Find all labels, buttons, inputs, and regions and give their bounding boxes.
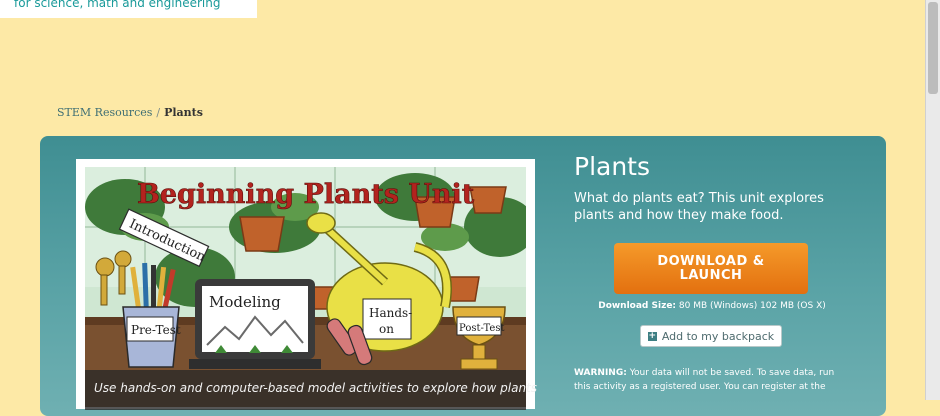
breadcrumb-current: Plants (164, 106, 203, 119)
download-size-info: Download Size: 80 MB (Windows) 102 MB (O… (574, 301, 850, 311)
download-size-label: Download Size: (598, 301, 677, 311)
image-caption: Use hands-on and computer-based model ac… (94, 381, 538, 395)
download-label-line1: DOWNLOAD & (657, 253, 765, 269)
tag-handson-line1: Hands- (369, 306, 412, 320)
tag-handson-line2: on (379, 322, 394, 336)
tag-pretest: Pre-Test (131, 323, 181, 337)
breadcrumb-link-stem-resources[interactable]: STEM Resources (57, 106, 152, 119)
download-size-value: 80 MB (Windows) 102 MB (OS X) (678, 301, 826, 311)
warning-label: WARNING: (574, 368, 627, 378)
breadcrumb: STEM Resources / Plants (57, 106, 203, 119)
tag-modeling: Modeling (209, 293, 281, 311)
vertical-scrollbar[interactable] (925, 0, 940, 400)
plus-icon: + (647, 330, 657, 341)
download-launch-button[interactable]: DOWNLOAD & LAUNCH (614, 243, 808, 294)
breadcrumb-separator: / (156, 106, 161, 119)
activity-title: Plants (574, 152, 651, 181)
tag-posttest: Post-Test (459, 323, 504, 334)
backpack-label: Add to my backpack (661, 329, 775, 343)
warning-notice: WARNING: Your data will not be saved. To… (574, 366, 844, 394)
scrollbar-thumb[interactable] (928, 2, 938, 94)
add-to-backpack-button[interactable]: + Add to my backpack (640, 325, 782, 347)
logo-card[interactable]: for science, math and engineering (0, 0, 257, 18)
activity-subtitle: What do plants eat? This unit explores p… (574, 191, 824, 223)
download-label-line2: LAUNCH (679, 267, 743, 283)
banner-title: Beginning Plants Unit (137, 179, 475, 210)
site-tagline: for science, math and engineering (14, 0, 221, 10)
